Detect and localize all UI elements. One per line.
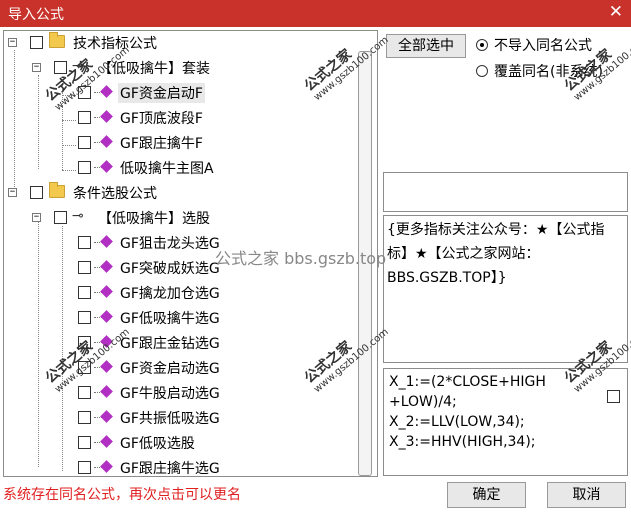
- checkbox[interactable]: [78, 461, 91, 474]
- description-text: {更多指标关注公众号：★【公式指标】★【公式之家网站：BBS.GSZB.TOP】…: [387, 222, 605, 286]
- formula-icon: [94, 284, 114, 300]
- radio-button[interactable]: [476, 39, 488, 51]
- tree-line: [62, 145, 76, 146]
- tree-item-label: GF突破成妖选G: [120, 261, 220, 277]
- tree-item-label: GF资金启动F: [118, 83, 205, 103]
- checkbox[interactable]: [30, 36, 43, 49]
- tree-item-label: GF共振低吸选G: [120, 411, 220, 427]
- tree-item-label: 低吸擒牛主图A: [120, 161, 214, 177]
- formula-icon: [94, 459, 114, 475]
- tree-line: [62, 226, 63, 471]
- checkbox[interactable]: [78, 386, 91, 399]
- key-icon: ⊸: [72, 208, 84, 224]
- tree-item-label: GF牛股启动选G: [120, 386, 220, 402]
- window-title: 导入公式: [8, 7, 64, 23]
- checkbox[interactable]: [30, 186, 43, 199]
- formula-icon: [94, 159, 114, 175]
- collapse-icon[interactable]: −: [32, 63, 41, 72]
- formula-icon: [94, 259, 114, 275]
- checkbox[interactable]: [78, 261, 91, 274]
- formula-line: X_3:=HHV(HIGH,34);: [389, 434, 536, 450]
- tree-item[interactable]: GF资金启动F: [78, 82, 278, 104]
- formula-checkbox[interactable]: [607, 390, 620, 403]
- tree-line: [38, 222, 39, 467]
- radio-button[interactable]: [476, 65, 488, 77]
- formula-line: +LOW)/4;: [389, 394, 457, 410]
- formula-icon: [94, 134, 114, 150]
- cancel-button[interactable]: 取消: [547, 482, 626, 508]
- checkbox[interactable]: [78, 436, 91, 449]
- checkbox[interactable]: [78, 161, 91, 174]
- tree-group-label: 条件选股公式: [73, 186, 157, 202]
- tree-item[interactable]: GF低吸选股: [78, 432, 278, 454]
- formula-icon: [94, 409, 114, 425]
- status-message: 系统存在同名公式，再次点击可以更名: [3, 487, 241, 503]
- watermark-center: 公式之家 bbs.gszb.top: [215, 249, 387, 268]
- collapse-icon[interactable]: −: [8, 188, 17, 197]
- title-bar: 导入公式 ✕: [0, 0, 631, 27]
- tree-group-screening[interactable]: − 条件选股公式: [8, 182, 208, 204]
- tree-item[interactable]: 低吸擒牛主图A: [78, 157, 278, 179]
- tree-item-label: GF跟庄擒牛选G: [120, 461, 220, 476]
- tree-subgroup-label: 【低吸擒牛】选股: [98, 211, 210, 227]
- tree-item-label: GF跟庄金钻选G: [120, 336, 220, 352]
- checkbox[interactable]: [78, 111, 91, 124]
- tree-item-label: GF跟庄擒牛F: [120, 136, 203, 152]
- tree-item[interactable]: GF擒龙加仓选G: [78, 282, 278, 304]
- close-icon[interactable]: ✕: [609, 2, 623, 22]
- formula-line: X_2:=LLV(LOW,34);: [389, 414, 525, 430]
- tree-line: [38, 75, 39, 169]
- checkbox[interactable]: [78, 236, 91, 249]
- tree-item-label: GF资金启动选G: [120, 361, 220, 377]
- tree-item[interactable]: GF跟庄擒牛F: [78, 132, 278, 154]
- tree-item[interactable]: GF共振低吸选G: [78, 407, 278, 429]
- tree-item[interactable]: GF跟庄擒牛选G: [78, 457, 278, 476]
- formula-icon: [94, 109, 114, 125]
- tree-line: [14, 50, 15, 195]
- collapse-icon[interactable]: −: [32, 213, 41, 222]
- tree-item-label: GF顶底波段F: [120, 111, 203, 127]
- select-all-button[interactable]: 全部选中: [386, 34, 466, 58]
- tree-item-label: GF低吸选股: [120, 436, 195, 452]
- tree-item[interactable]: GF顶底波段F: [78, 107, 278, 129]
- checkbox[interactable]: [78, 411, 91, 424]
- formula-line: X_1:=(2*CLOSE+HIGH: [389, 374, 546, 390]
- folder-icon: [49, 32, 65, 48]
- radio-label: 不导入同名公式: [494, 38, 592, 54]
- tree-line: [62, 170, 76, 171]
- ok-button[interactable]: 确定: [447, 482, 526, 508]
- collapse-icon[interactable]: −: [8, 38, 17, 47]
- formula-icon: [94, 384, 114, 400]
- formula-icon: [94, 84, 114, 100]
- formula-icon: [94, 234, 114, 250]
- formula-icon: [94, 434, 114, 450]
- tree-line: [62, 120, 76, 121]
- tree-item-label: GF低吸擒牛选G: [120, 311, 220, 327]
- tree-item-label: GF狙击龙头选G: [120, 236, 220, 252]
- checkbox[interactable]: [54, 211, 67, 224]
- tree-item-label: GF擒龙加仓选G: [120, 286, 220, 302]
- folder-icon: [49, 182, 65, 198]
- formula-text: X_1:=(2*CLOSE+HIGH +LOW)/4; X_2:=LLV(LOW…: [389, 372, 589, 452]
- tree-subgroup-screener[interactable]: − ⊸ 【低吸擒牛】选股: [32, 207, 252, 229]
- checkbox[interactable]: [78, 136, 91, 149]
- checkbox[interactable]: [78, 311, 91, 324]
- empty-panel: [383, 172, 628, 212]
- checkbox[interactable]: [78, 286, 91, 299]
- tree-item[interactable]: GF资金启动选G: [78, 357, 278, 379]
- tree-item[interactable]: GF牛股启动选G: [78, 382, 278, 404]
